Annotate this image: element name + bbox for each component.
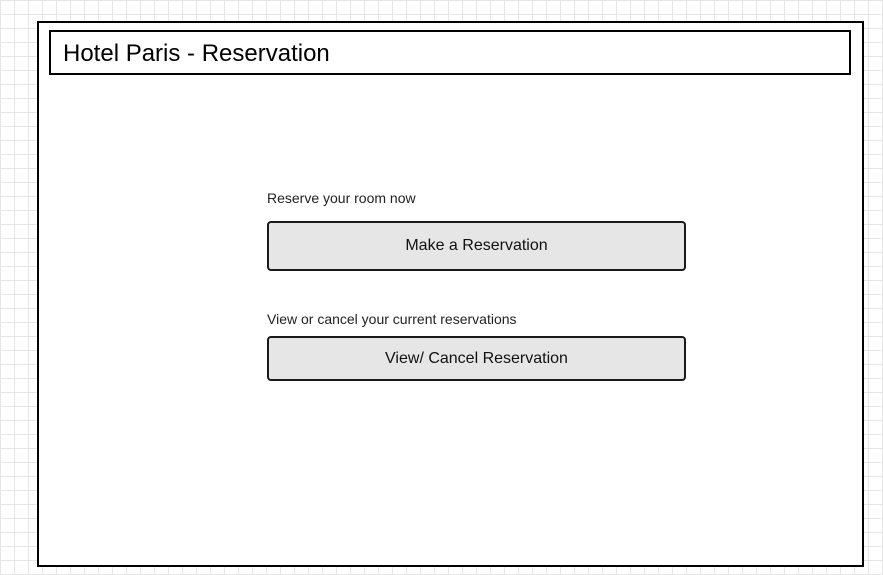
view-cancel-label: View or cancel your current reservations: [267, 311, 517, 327]
page-header: Hotel Paris - Reservation: [49, 30, 851, 75]
make-reservation-button[interactable]: Make a Reservation: [267, 221, 686, 271]
view-cancel-reservation-button[interactable]: View/ Cancel Reservation: [267, 336, 686, 381]
reserve-room-label: Reserve your room now: [267, 190, 416, 206]
page-title: Hotel Paris - Reservation: [63, 40, 330, 67]
reservation-window: Hotel Paris - Reservation Reserve your r…: [37, 21, 864, 567]
